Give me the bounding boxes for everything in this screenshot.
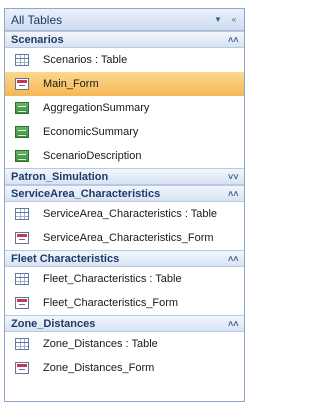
form-icon: [15, 78, 29, 90]
nav-item-fleet-form[interactable]: Fleet_Characteristics_Form: [5, 291, 244, 315]
group-servicearea-characteristics: ServiceArea_Characteristics ˄˄ ServiceAr…: [5, 185, 244, 250]
nav-item-servicearea-table[interactable]: ServiceArea_Characteristics : Table: [5, 202, 244, 226]
nav-item-label: AggregationSummary: [43, 102, 150, 114]
nav-item-label: Fleet_Characteristics : Table: [43, 273, 182, 285]
group-zone-distances: Zone_Distances ˄˄ Zone_Distances : Table…: [5, 315, 244, 380]
group-header-zone-distances[interactable]: Zone_Distances ˄˄: [5, 315, 244, 332]
nav-item-label: Scenarios : Table: [43, 54, 128, 66]
group-title: Fleet Characteristics: [11, 252, 120, 265]
nav-item-scenario-description[interactable]: ScenarioDescription: [5, 144, 244, 168]
nav-item-label: Zone_Distances_Form: [43, 362, 155, 374]
group-title: Zone_Distances: [11, 317, 96, 330]
table-icon: [15, 54, 29, 66]
form-icon: [15, 232, 29, 244]
nav-item-label: EconomicSummary: [43, 126, 139, 138]
pane-title[interactable]: All Tables: [11, 13, 62, 27]
nav-item-economic-summary[interactable]: EconomicSummary: [5, 120, 244, 144]
nav-item-label: ServiceArea_Characteristics_Form: [43, 232, 214, 244]
group-title: Patron_Simulation: [11, 170, 109, 183]
pane-header-buttons: ▼ «: [212, 14, 240, 26]
nav-item-main-form[interactable]: Main_Form: [5, 72, 244, 96]
table-icon: [15, 273, 29, 285]
form-icon: [15, 362, 29, 374]
collapse-pane-icon[interactable]: «: [228, 14, 240, 26]
report-icon: [15, 126, 29, 138]
nav-item-zone-distances-table[interactable]: Zone_Distances : Table: [5, 332, 244, 356]
table-icon: [15, 338, 29, 350]
table-icon: [15, 208, 29, 220]
group-scenarios: Scenarios ˄˄ Scenarios : Table Main_Form…: [5, 31, 244, 168]
navigation-pane: All Tables ▼ « Scenarios ˄˄ Scenarios : …: [4, 8, 245, 402]
group-title: ServiceArea_Characteristics: [11, 187, 161, 200]
nav-item-label: ServiceArea_Characteristics : Table: [43, 208, 218, 220]
group-header-scenarios[interactable]: Scenarios ˄˄: [5, 31, 244, 48]
double-chevron-up-icon[interactable]: ˄˄: [228, 189, 239, 199]
double-chevron-down-icon[interactable]: ˅˅: [228, 172, 239, 182]
chevron-down-icon[interactable]: ▼: [212, 14, 224, 26]
nav-item-zone-distances-form[interactable]: Zone_Distances_Form: [5, 356, 244, 380]
group-header-patron-simulation[interactable]: Patron_Simulation ˅˅: [5, 168, 244, 185]
report-icon: [15, 150, 29, 162]
nav-item-scenarios-table[interactable]: Scenarios : Table: [5, 48, 244, 72]
double-chevron-up-icon[interactable]: ˄˄: [228, 35, 239, 45]
nav-item-label: ScenarioDescription: [43, 150, 142, 162]
group-header-fleet-characteristics[interactable]: Fleet Characteristics ˄˄: [5, 250, 244, 267]
nav-item-label: Fleet_Characteristics_Form: [43, 297, 179, 309]
nav-item-servicearea-form[interactable]: ServiceArea_Characteristics_Form: [5, 226, 244, 250]
nav-item-fleet-table[interactable]: Fleet_Characteristics : Table: [5, 267, 244, 291]
group-header-servicearea-characteristics[interactable]: ServiceArea_Characteristics ˄˄: [5, 185, 244, 202]
nav-item-label: Main_Form: [43, 78, 99, 90]
pane-header[interactable]: All Tables ▼ «: [5, 9, 244, 31]
nav-item-aggregation-summary[interactable]: AggregationSummary: [5, 96, 244, 120]
group-title: Scenarios: [11, 33, 64, 46]
group-patron-simulation: Patron_Simulation ˅˅: [5, 168, 244, 185]
form-icon: [15, 297, 29, 309]
double-chevron-up-icon[interactable]: ˄˄: [228, 319, 239, 329]
group-fleet-characteristics: Fleet Characteristics ˄˄ Fleet_Character…: [5, 250, 244, 315]
nav-item-label: Zone_Distances : Table: [43, 338, 158, 350]
double-chevron-up-icon[interactable]: ˄˄: [228, 254, 239, 264]
report-icon: [15, 102, 29, 114]
